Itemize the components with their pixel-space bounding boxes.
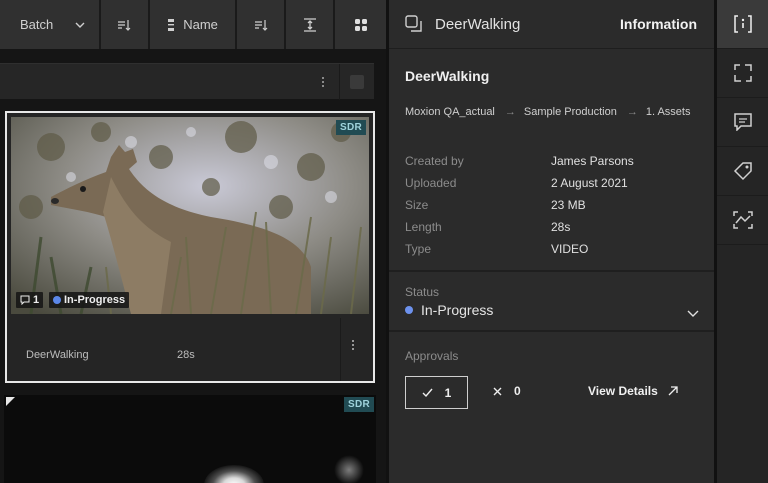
asset-icon: [405, 15, 422, 32]
fit-icon: [303, 17, 316, 32]
sort-button[interactable]: [100, 0, 150, 49]
rejected-count: 0: [514, 384, 521, 398]
info-panel-header: DeerWalking Information: [389, 0, 714, 49]
property-value: 23 MB: [551, 198, 586, 212]
asset-card-meta: DeerWalking 28s: [7, 318, 373, 381]
tag-icon: [733, 162, 752, 181]
property-key: Type: [405, 242, 432, 256]
property-value: VIDEO: [551, 242, 589, 256]
section-divider: [389, 270, 714, 272]
side-rail: [717, 0, 768, 483]
asset-grid-area: Batch Name SDR 1 In-Progress DeerWalking…: [0, 0, 386, 483]
sort-icon: [118, 19, 131, 31]
property-row: Type VIDEO: [405, 238, 705, 260]
property-row: Created by James Parsons: [405, 150, 705, 172]
batch-label: Batch: [20, 17, 54, 32]
batch-dropdown[interactable]: Batch: [0, 0, 101, 49]
property-key: Length: [405, 220, 442, 234]
view-details-label: View Details: [588, 384, 658, 398]
status-chip: In-Progress: [49, 292, 130, 308]
grid-toolbar: Batch Name: [0, 0, 386, 49]
asset-card[interactable]: SDR: [4, 395, 376, 483]
asset-card-length: 28s: [177, 349, 195, 361]
status-chip-label: In-Progress: [64, 294, 126, 306]
sdr-badge: SDR: [335, 120, 366, 135]
comment-icon: [20, 295, 30, 305]
property-key: Created by: [405, 154, 464, 168]
arrow-right-icon: →: [626, 106, 638, 118]
comment-count-chip: 1: [16, 292, 44, 308]
card-more-icon[interactable]: [352, 340, 354, 350]
property-row: Uploaded 2 August 2021: [405, 172, 705, 194]
section-divider: [389, 330, 714, 332]
approvals-label: Approvals: [405, 349, 459, 363]
rail-tags-button[interactable]: [717, 147, 768, 196]
asset-thumbnail[interactable]: SDR 1 In-Progress: [11, 117, 369, 314]
info-icon: [733, 15, 752, 33]
approve-button[interactable]: 1: [405, 376, 468, 409]
name-sort-icon: [168, 18, 175, 31]
group-header-divider: [339, 64, 340, 100]
property-row: Size 23 MB: [405, 194, 705, 216]
group-header-bar: [0, 63, 374, 100]
name-sort-label: Name: [183, 17, 218, 32]
status-label: Status: [405, 285, 440, 299]
view-details-link[interactable]: View Details: [588, 384, 678, 398]
property-value: 28s: [551, 220, 571, 234]
sort-order-icon: [254, 19, 268, 31]
app-root: Batch Name SDR 1 In-Progress DeerWalking…: [0, 0, 768, 483]
fit-button[interactable]: [286, 0, 336, 49]
name-sort-button[interactable]: Name: [149, 0, 238, 49]
grid-view-button[interactable]: [335, 0, 386, 49]
check-icon: [422, 388, 433, 397]
thumbnail-light-secondary: [334, 455, 364, 483]
asset-card-selected[interactable]: SDR 1 In-Progress DeerWalking 28s: [5, 111, 375, 383]
rail-crop-button[interactable]: [717, 49, 768, 98]
thumbnail-light: [204, 465, 264, 483]
crop-icon: [733, 64, 752, 82]
group-select-checkbox[interactable]: [350, 75, 364, 89]
asset-properties: Created by James Parsons Uploaded 2 August…: [405, 150, 705, 260]
breadcrumb-item[interactable]: Moxion QA_actual: [405, 106, 495, 118]
rail-compare-button[interactable]: [717, 196, 768, 245]
property-value: 2 August 2021: [551, 176, 628, 190]
status-dot: [405, 306, 413, 314]
comment-count: 1: [33, 294, 40, 306]
asset-name: DeerWalking: [405, 68, 490, 84]
tab-information[interactable]: Information: [620, 16, 697, 32]
property-value: James Parsons: [551, 154, 634, 168]
card-select-corner[interactable]: [6, 397, 15, 406]
comment-icon: [733, 113, 752, 131]
panel-title: DeerWalking: [435, 16, 521, 33]
grid-icon: [354, 18, 367, 31]
rail-info-button[interactable]: [717, 0, 768, 49]
compare-icon: [732, 211, 753, 229]
arrow-right-icon: →: [504, 106, 516, 118]
info-panel: DeerWalking Information DeerWalking Moxi…: [389, 0, 714, 483]
arrow-up-right-icon: [668, 386, 678, 396]
breadcrumb-item[interactable]: Sample Production: [524, 106, 617, 118]
group-more-icon[interactable]: [316, 72, 330, 92]
property-key: Uploaded: [405, 176, 457, 190]
status-value: In-Progress: [421, 302, 494, 318]
asset-card-name: DeerWalking: [26, 349, 89, 361]
sdr-badge: SDR: [343, 397, 374, 412]
status-dropdown[interactable]: In-Progress: [405, 302, 493, 318]
chevron-down-icon[interactable]: [687, 310, 699, 317]
breadcrumb-item[interactable]: 1. Assets: [646, 106, 691, 118]
chevron-down-icon: [75, 22, 85, 28]
status-dot: [53, 296, 61, 304]
rail-comments-button[interactable]: [717, 98, 768, 147]
deer-thumbnail-image: [11, 117, 369, 314]
property-key: Size: [405, 198, 429, 212]
reject-button[interactable]: 0: [493, 384, 521, 398]
breadcrumb: Moxion QA_actual → Sample Production → 1. As…: [405, 102, 705, 122]
sort-order-button[interactable]: [237, 0, 287, 49]
property-row: Length 28s: [405, 216, 705, 238]
approved-count: 1: [444, 385, 452, 400]
close-icon: [493, 387, 502, 395]
card-meta-divider: [340, 318, 341, 381]
